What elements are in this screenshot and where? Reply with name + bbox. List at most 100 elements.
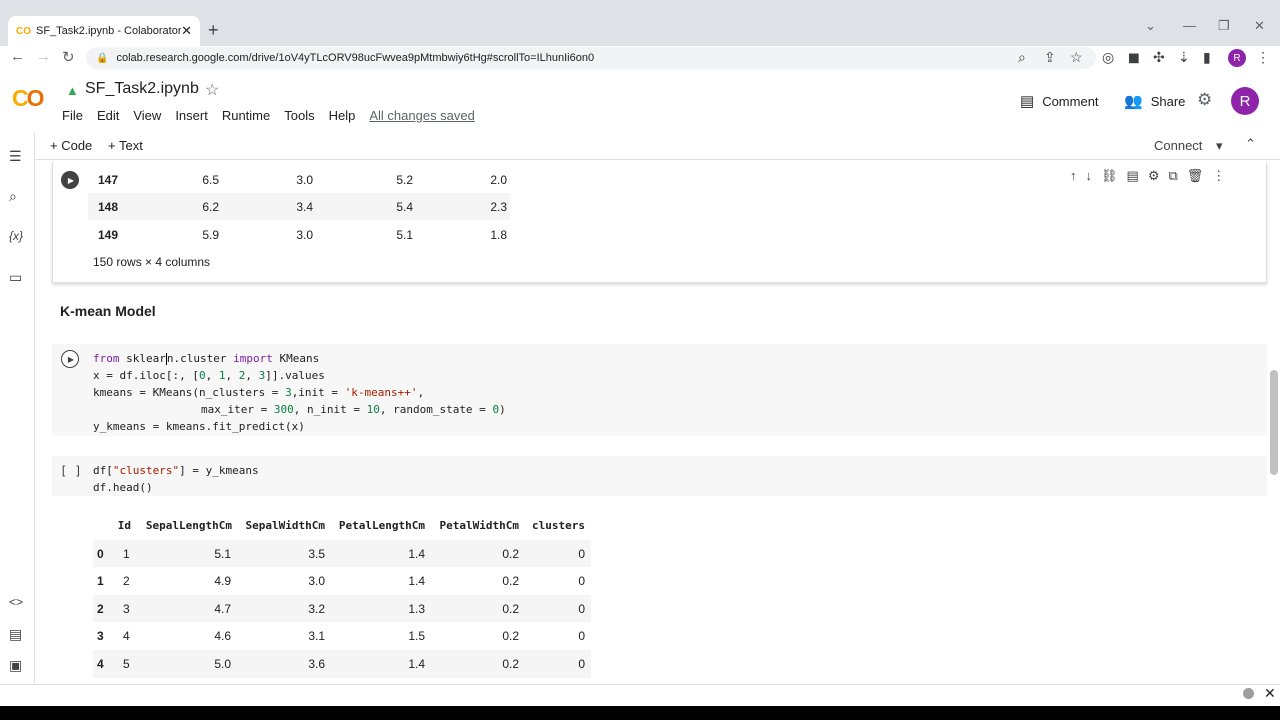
share-page-icon[interactable]: ⇪ xyxy=(1044,49,1056,66)
cell-value: 3.6 xyxy=(308,657,325,671)
tab-search-chevron-icon[interactable]: ⌄ xyxy=(1145,18,1156,34)
row-index: 0 xyxy=(97,547,104,561)
extension-g-icon[interactable]: ◎ xyxy=(1102,49,1114,66)
gear-icon[interactable]: ⚙ xyxy=(1197,90,1212,110)
code-line[interactable]: y_kmeans = kmeans.fit_predict(x) xyxy=(93,418,305,435)
url-text: colab.research.google.com/drive/1oV4yTLc… xyxy=(116,52,595,64)
cell-value: 5.0 xyxy=(214,657,231,671)
extensions-puzzle-icon[interactable]: ✣ xyxy=(1153,49,1165,66)
table-row: 147 6.5 3.0 5.2 2.0 xyxy=(88,166,510,193)
module-name: n.cluster xyxy=(166,352,227,365)
collapse-header-icon[interactable]: ⌃ xyxy=(1245,136,1256,152)
restore-icon[interactable]: ❐ xyxy=(1218,18,1230,34)
move-up-icon[interactable]: ↑ xyxy=(1070,168,1077,184)
run-cell-button[interactable]: ▶ xyxy=(61,171,79,189)
keyword: from xyxy=(93,352,120,365)
delete-cell-icon[interactable]: 🗑 xyxy=(1187,168,1204,184)
files-folder-icon[interactable]: ▭ xyxy=(9,269,22,286)
cell-value: 4 xyxy=(123,629,130,643)
terminal-icon[interactable]: ▣ xyxy=(9,657,22,674)
code-text: ] = y_kmeans xyxy=(179,464,259,477)
browser-profile-avatar[interactable]: R xyxy=(1228,49,1246,67)
share-button[interactable]: 👥 Share xyxy=(1124,92,1185,110)
avatar[interactable]: R xyxy=(1231,87,1259,115)
cell-value: 5.1 xyxy=(396,228,413,242)
window-close-icon[interactable]: ✕ xyxy=(1254,18,1265,34)
more-options-icon[interactable]: ⋮ xyxy=(1212,168,1225,184)
cell-value: 0 xyxy=(578,657,585,671)
cell-settings-icon[interactable]: ⚙ xyxy=(1148,168,1160,184)
row-index: 4 xyxy=(97,657,104,671)
minimize-icon[interactable]: — xyxy=(1183,18,1196,33)
code-line[interactable]: df.head() xyxy=(93,479,153,496)
menu-edit[interactable]: Edit xyxy=(97,108,119,123)
cell-value: 2.0 xyxy=(490,173,507,187)
run-cell-button[interactable]: ▶ xyxy=(61,350,79,368)
bookmark-star-icon[interactable]: ☆ xyxy=(1070,49,1083,66)
zoom-icon[interactable]: ⌕ xyxy=(1018,49,1026,66)
menu-view[interactable]: View xyxy=(133,108,161,123)
comment-cell-icon[interactable]: ▤ xyxy=(1127,168,1139,184)
cell-value: 0.2 xyxy=(502,629,519,643)
colab-favicon-icon: CO xyxy=(16,25,31,37)
new-tab-icon[interactable]: + xyxy=(208,20,219,41)
column-header: SepalWidthCm xyxy=(245,519,325,532)
code-snippets-icon[interactable]: <> xyxy=(9,595,23,609)
cell-value: 3 xyxy=(123,602,130,616)
cell-value: 4.9 xyxy=(214,574,231,588)
menu-help[interactable]: Help xyxy=(329,108,356,123)
connect-button[interactable]: Connect ▾ xyxy=(1154,138,1223,154)
close-icon[interactable]: ✕ xyxy=(1264,685,1276,702)
menu-insert[interactable]: Insert xyxy=(175,108,208,123)
string: "clusters" xyxy=(112,464,180,477)
column-header: PetalLengthCm xyxy=(338,519,425,532)
cell-actions: ↑ ↓ ⛓ ▤ ⚙ ⧉ 🗑 ⋮ xyxy=(1070,168,1225,184)
variables-icon[interactable]: {x} xyxy=(9,229,23,243)
execution-count-bracket[interactable]: [ ] xyxy=(60,464,82,478)
comment-button[interactable]: ▤ Comment xyxy=(1020,92,1099,110)
notebook-title[interactable]: SF_Task2.ipynb xyxy=(85,80,199,98)
link-icon[interactable]: ⛓ xyxy=(1101,168,1118,184)
download-icon[interactable]: ⇣ xyxy=(1178,49,1190,66)
cell-value: 5.1 xyxy=(214,547,231,561)
cell-value: 1.4 xyxy=(408,547,425,561)
google-drive-icon[interactable]: ▲ xyxy=(66,83,79,98)
code-line[interactable]: from sklearn.cluster import KMeans xyxy=(93,350,319,367)
extension-c-icon[interactable]: ◼ xyxy=(1128,49,1140,66)
menu-tools[interactable]: Tools xyxy=(284,108,314,123)
add-code-button[interactable]: + Code xyxy=(50,138,92,153)
row-index: 3 xyxy=(97,629,104,643)
star-icon[interactable]: ☆ xyxy=(205,80,219,100)
row-index: 2 xyxy=(97,602,104,616)
add-text-button[interactable]: + Text xyxy=(108,138,143,153)
reload-icon[interactable]: ↻ xyxy=(62,48,75,66)
browser-menu-icon[interactable]: ⋮ xyxy=(1256,49,1270,66)
code-line[interactable]: x = df.iloc[:, [0, 1, 2, 3]].values xyxy=(93,367,325,384)
tab-close-icon[interactable]: ✕ xyxy=(181,23,192,39)
search-icon[interactable]: ⌕ xyxy=(9,188,17,205)
mirror-cell-icon[interactable]: ⧉ xyxy=(1168,168,1177,184)
move-down-icon[interactable]: ↓ xyxy=(1086,168,1093,184)
code-line[interactable]: df["clusters"] = y_kmeans xyxy=(93,462,259,479)
command-palette-icon[interactable]: ▤ xyxy=(9,626,22,643)
colab-logo[interactable]: CO xyxy=(12,85,45,112)
cell-value: 5.4 xyxy=(396,200,413,214)
scrollbar-thumb[interactable] xyxy=(1270,370,1278,475)
browser-tab[interactable]: CO SF_Task2.ipynb - Colaboratory ✕ xyxy=(8,16,200,46)
cell-value: 3.1 xyxy=(308,629,325,643)
address-bar[interactable]: 🔒 colab.research.google.com/drive/1oV4yT… xyxy=(86,47,1096,69)
forward-icon[interactable]: → xyxy=(36,48,51,65)
menu-runtime[interactable]: Runtime xyxy=(222,108,270,123)
menu-file[interactable]: File xyxy=(62,108,83,123)
back-icon[interactable]: ← xyxy=(10,48,25,65)
code-line[interactable]: max_iter = 300, n_init = 10, random_stat… xyxy=(201,401,506,418)
sidepanel-icon[interactable]: ▮ xyxy=(1203,49,1211,66)
section-heading: K-mean Model xyxy=(60,303,156,319)
code-line[interactable]: kmeans = KMeans(n_clusters = 3,init = 'k… xyxy=(93,384,424,401)
cell-value: 3.0 xyxy=(296,173,313,187)
table-of-contents-icon[interactable]: ☰ xyxy=(9,148,22,165)
cell-value: 5.2 xyxy=(396,173,413,187)
cell-value: 6.2 xyxy=(202,200,219,214)
row-index: 148 xyxy=(98,200,119,214)
save-status[interactable]: All changes saved xyxy=(369,108,475,123)
